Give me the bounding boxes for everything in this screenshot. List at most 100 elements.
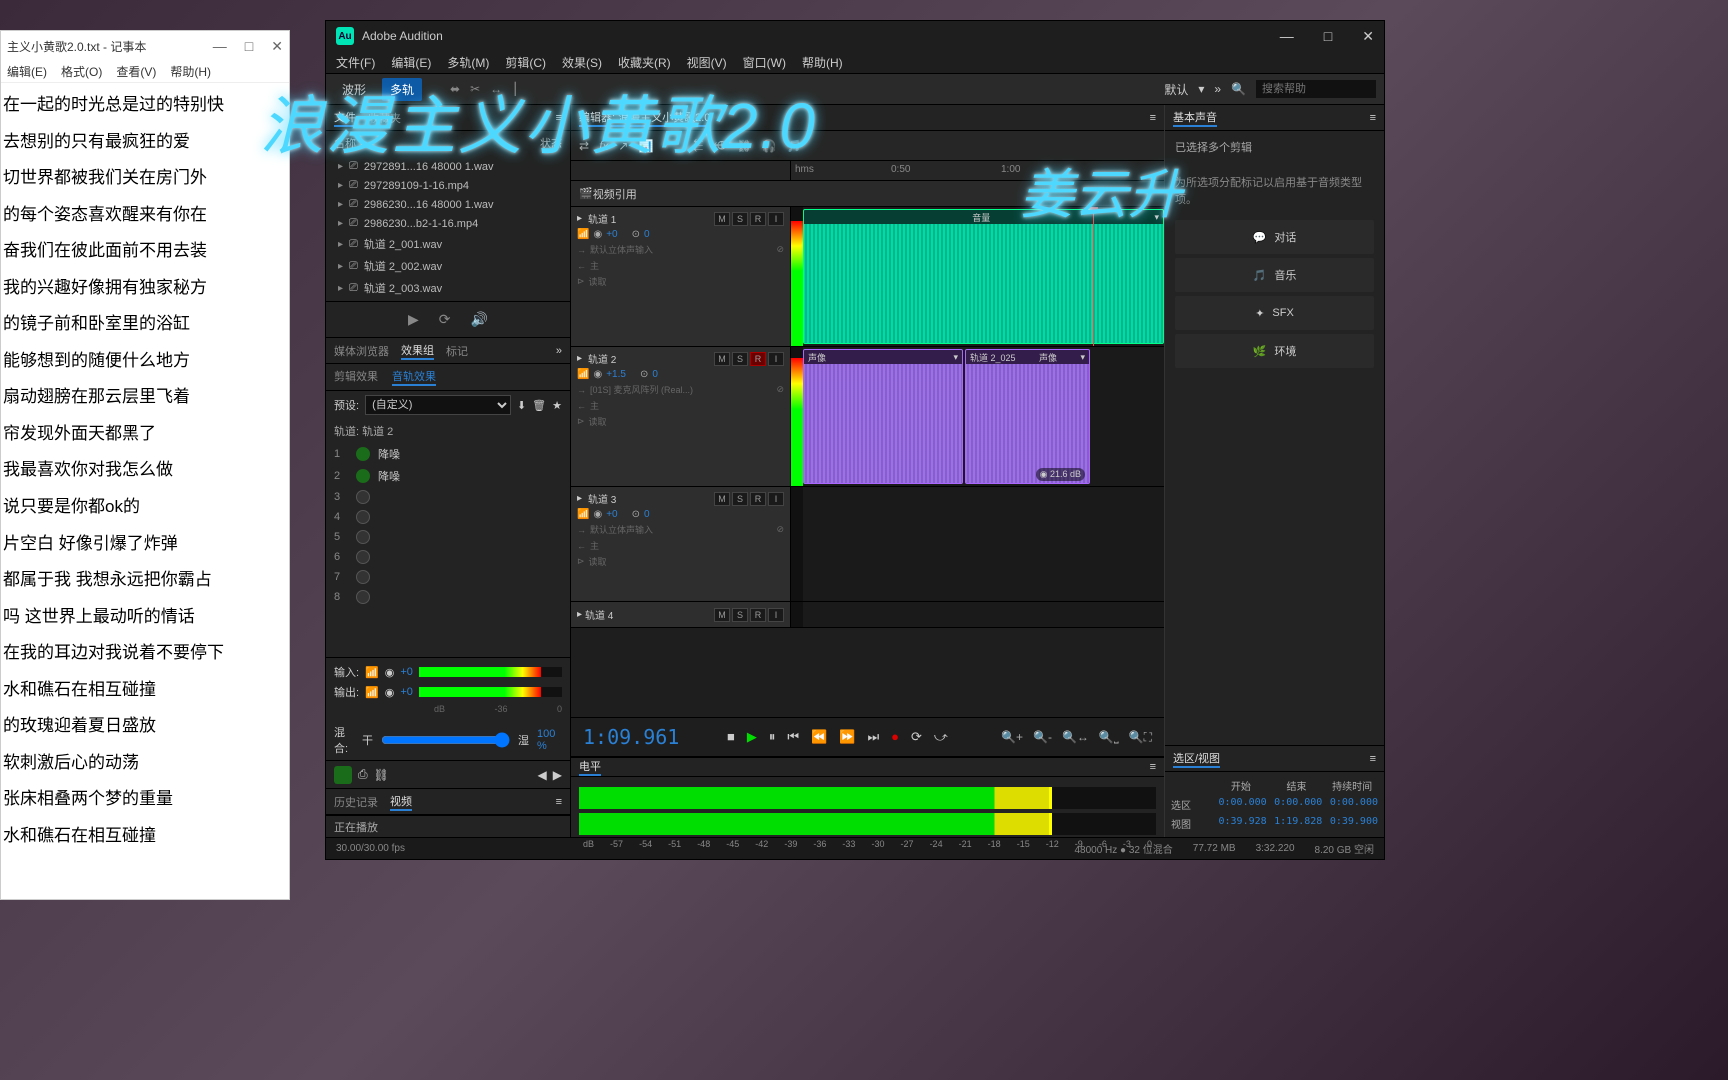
menu-item[interactable]: 窗口(W) [743,54,786,70]
menu-item[interactable]: 多轨(M) [447,54,489,70]
zoom-sel-icon[interactable]: 🔍⎵ [1099,730,1119,745]
track-name[interactable]: 轨道 2 [588,351,708,366]
mute-button[interactable]: M [714,492,730,506]
monitor-button[interactable]: I [768,492,784,506]
collapse-icon[interactable]: ▸ [577,609,582,620]
delete-preset-icon[interactable]: 🗑 [532,399,546,412]
effect-slot[interactable]: 2降噪 [326,465,570,487]
audio-clip[interactable]: 轨道 2_025声像▾ ◉ 21.6 dB [965,349,1090,484]
collapse-icon[interactable]: ▸ [577,213,582,224]
monitor-button[interactable]: I [768,608,784,622]
menu-item[interactable]: 收藏夹(R) [618,54,671,70]
tab-media-browser[interactable]: 媒体浏览器 [334,343,389,359]
mute-button[interactable]: M [714,352,730,366]
mix-slider[interactable] [381,732,510,748]
gain-knob-icon[interactable]: ◉ [385,666,395,679]
chevron-down-icon[interactable]: ▾ [1198,82,1204,96]
cat-sfx[interactable]: ✦SFX [1175,296,1374,330]
tab-video[interactable]: 视频 [390,793,412,811]
forward-button[interactable]: ⏩ [839,729,855,745]
collapse-icon[interactable]: ▸ [577,493,582,504]
audio-clip[interactable]: 声像▾ [803,349,963,484]
arm-button[interactable]: R [750,608,766,622]
file-row[interactable]: ▸⎚轨道 2_001.wav [326,233,570,255]
menu-item[interactable]: 剪辑(C) [505,54,546,70]
expand-icon[interactable]: ▸ [338,180,343,191]
rack-power-button[interactable] [334,766,352,784]
prev-icon[interactable]: ◀ [538,768,547,782]
sel-end[interactable]: 0:00.000 [1271,797,1323,812]
tab-effects-rack[interactable]: 效果组 [401,342,434,360]
effect-slot[interactable]: 1降噪 [326,443,570,465]
play-icon[interactable]: ▶ [408,311,419,328]
effect-power-button[interactable] [356,447,370,461]
sel-start[interactable]: 0:00.000 [1215,797,1267,812]
mute-button[interactable]: M [714,608,730,622]
loop-icon[interactable]: ⟳ [439,311,451,328]
preset-select[interactable]: (自定义) [365,395,511,415]
gain-knob-icon[interactable]: ◉ [385,686,395,699]
effect-power-button[interactable] [356,510,370,524]
rewind-button[interactable]: ⏪ [811,729,827,745]
cat-ambience[interactable]: 🌿环境 [1175,334,1374,368]
audition-titlebar[interactable]: Au Adobe Audition — □ ✕ [326,21,1384,51]
zoom-out-icon[interactable]: 🔍- [1033,730,1052,745]
notepad-content[interactable]: 在一起的时光总是过的特别快去想别的只有最疯狂的爱切世界都被我们关在房门外的每个姿… [1,83,289,858]
file-row[interactable]: ▸⎚轨道 2_003.wav [326,277,570,299]
audio-clip[interactable]: 音量▾ [803,209,1164,344]
menu-item[interactable]: 视图(V) [687,54,727,70]
panel-menu-icon[interactable]: ≡ [556,796,562,808]
menu-item[interactable]: 效果(S) [562,54,602,70]
close-icon[interactable]: ✕ [1362,28,1374,45]
vol-knob-icon[interactable]: ◉ [593,369,602,380]
expand-icon[interactable]: ▸ [338,218,343,229]
file-row[interactable]: ▸⎚2986230...16 48000 1.wav [326,195,570,214]
menu-item[interactable]: 编辑(E) [391,54,431,70]
arm-button[interactable]: R [750,492,766,506]
monitor-button[interactable]: I [768,212,784,226]
file-row[interactable]: ▸⎚2986230...b2-1-16.mp4 [326,214,570,233]
more-icon[interactable]: » [1214,82,1221,96]
panel-menu-icon[interactable]: ≡ [1370,753,1376,765]
cat-dialogue[interactable]: 💬对话 [1175,220,1374,254]
pause-button[interactable]: ⏸ [769,729,776,745]
tab-track-effects[interactable]: 音轨效果 [392,368,436,386]
mute-button[interactable]: M [714,212,730,226]
menu-item[interactable]: 帮助(H) [802,54,843,70]
notepad-titlebar[interactable]: 主义小黄歌2.0.txt - 记事本 — □ ✕ [1,31,289,61]
solo-button[interactable]: S [732,608,748,622]
zoom-fit-icon[interactable]: 🔍↔ [1062,730,1089,745]
expand-icon[interactable]: ▸ [338,261,343,272]
effect-slot[interactable]: 4 [326,507,570,527]
minimize-icon[interactable]: — [213,38,227,55]
favorite-icon[interactable]: ★ [552,399,562,412]
solo-button[interactable]: S [732,352,748,366]
vol-knob-icon[interactable]: ◉ [593,229,602,240]
workspace-select[interactable]: 默认 [1164,81,1188,98]
maximize-icon[interactable]: □ [245,38,253,55]
view-start[interactable]: 0:39.928 [1215,816,1267,831]
go-start-button[interactable]: ⏮ [787,729,799,745]
stop-button[interactable]: ■ [727,729,735,745]
play-button[interactable]: ▶ [747,729,757,745]
effect-power-button[interactable] [356,490,370,504]
expand-icon[interactable]: ▸ [338,239,343,250]
expand-icon[interactable]: » [556,345,562,357]
pan-knob-icon[interactable]: ⊙ [632,229,640,240]
menu-format[interactable]: 格式(O) [61,63,102,80]
panel-menu-icon[interactable]: ≡ [1370,112,1376,124]
solo-button[interactable]: S [732,212,748,226]
mix-value[interactable]: 100 % [537,728,562,752]
file-row[interactable]: ▸⎚297289109-1-16.mp4 [326,176,570,195]
vol-knob-icon[interactable]: ◉ [593,509,602,520]
effect-slot[interactable]: 8 [326,587,570,607]
effect-power-button[interactable] [356,530,370,544]
menu-help[interactable]: 帮助(H) [170,63,211,80]
effect-slot[interactable]: 7 [326,567,570,587]
solo-button[interactable]: S [732,492,748,506]
track-lane-3[interactable] [803,487,1164,601]
pan-knob-icon[interactable]: ⊙ [632,509,640,520]
zoom-in-icon[interactable]: 🔍+ [1001,730,1023,745]
zoom-full-icon[interactable]: 🔍⛶ [1129,730,1152,745]
loop-button[interactable]: ⟳ [911,729,922,745]
